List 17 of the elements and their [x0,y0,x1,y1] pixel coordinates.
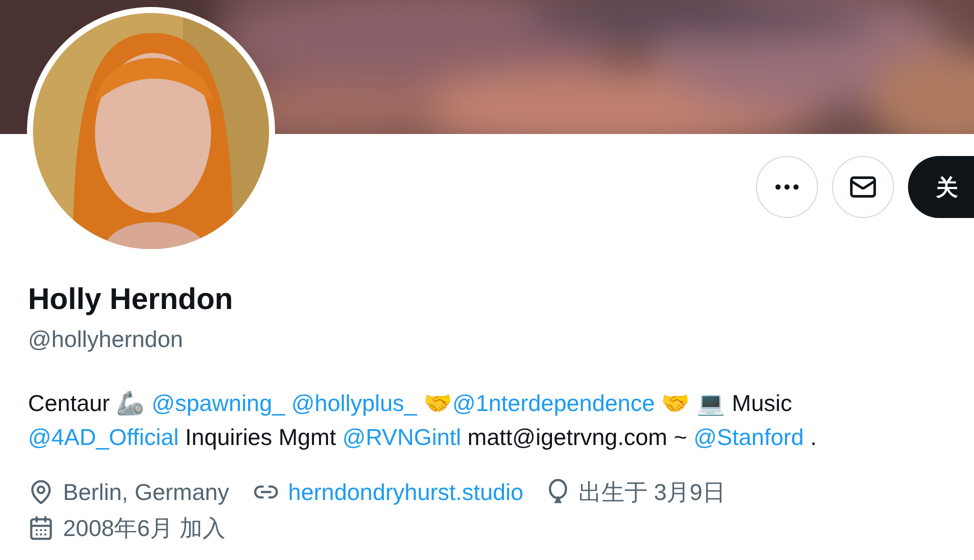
calendar-icon [28,515,54,541]
birthday-text: 出生于 3月9日 [578,478,726,507]
location-text: Berlin, Germany [63,478,230,507]
join-date: 2008年6月 加入 [63,514,226,543]
mention-link[interactable]: @Stanford [694,424,804,450]
mention-link[interactable]: @4AD_Official [28,424,179,450]
profile-handle: @hollyherndon [28,325,184,354]
more-icon [775,184,799,190]
mention-link[interactable]: @1nterdependence [452,390,655,416]
mention-link[interactable]: @RVNGintl [342,424,462,450]
balloon-icon [547,479,570,505]
mention-link[interactable]: @hollyplus_ [291,390,417,416]
mention-link[interactable]: @spawning_ [152,390,285,416]
follow-button[interactable]: 关 [908,156,974,218]
website-link[interactable]: herndondryhurst.studio [288,474,524,510]
profile-name: Holly Herndon [28,282,234,318]
bio-text: Centaur 🦾 @spawning_ @hollyplus_ 🤝@1nterdependence 🤝 💻 Music @4AD_Official Inquiries Mgmt @RVNGintl matt@igetrvng.com ~ @Stanford . [28,389,818,452]
